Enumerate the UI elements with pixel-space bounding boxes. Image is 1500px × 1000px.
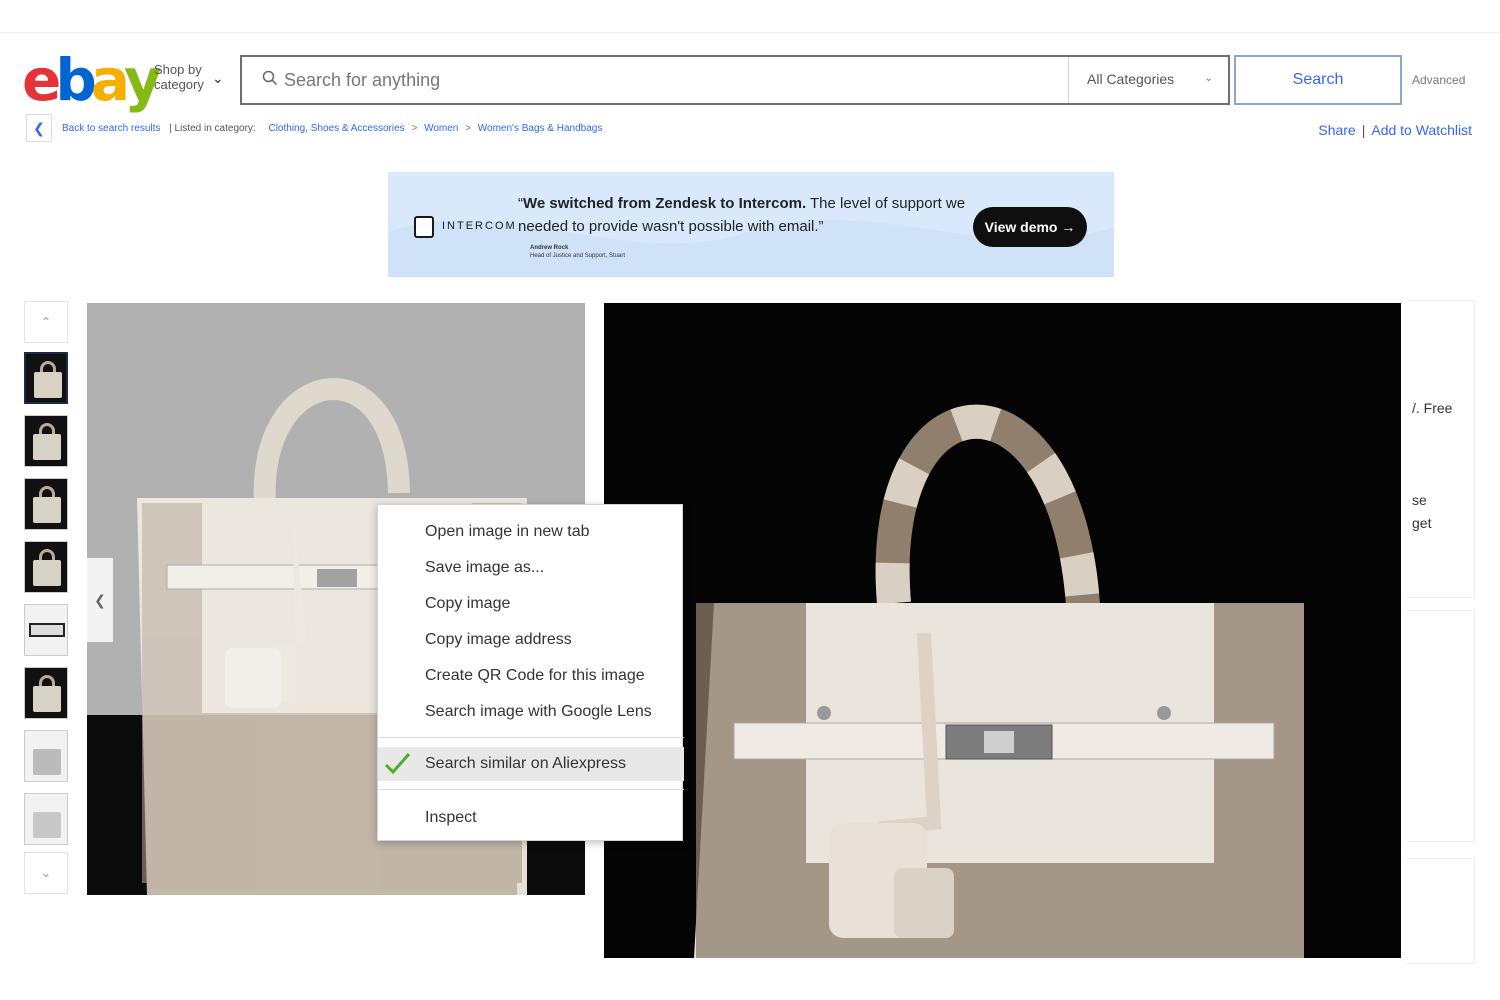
related-card (1407, 858, 1475, 964)
thumbnail[interactable] (24, 415, 68, 467)
advanced-search-link[interactable]: Advanced (1412, 73, 1465, 87)
category-divider (1068, 57, 1069, 103)
logo-letter-y: y (124, 46, 162, 114)
share-divider: | (1361, 122, 1366, 138)
menu-item-copy-image[interactable]: Copy image (378, 587, 684, 621)
shop-by-category-button[interactable]: Shop by category (154, 62, 214, 92)
menu-item-search-google-lens[interactable]: Search image with Google Lens (378, 695, 684, 729)
breadcrumb: Back to search results | Listed in categ… (62, 123, 602, 134)
checkmark-icon (384, 753, 411, 775)
seller-card (1407, 610, 1475, 842)
category-select[interactable]: All Categories (1087, 71, 1174, 87)
thumbnail[interactable] (24, 478, 68, 530)
share-link[interactable]: Share (1318, 122, 1355, 138)
menu-item-search-aliexpress[interactable]: Search similar on Aliexpress (378, 747, 684, 781)
ad-author: Andrew Rock Head of Justice and Support,… (530, 244, 625, 260)
search-input[interactable] (284, 57, 1064, 103)
ad-author-title: Head of Justice and Support, Stuart (530, 253, 626, 259)
card-text: se (1412, 492, 1427, 508)
menu-item-open-image-new-tab[interactable]: Open image in new tab (378, 515, 684, 549)
ad-quote-bold: We switched from Zendesk to Intercom. (523, 195, 807, 212)
menu-item-save-image-as[interactable]: Save image as... (378, 551, 684, 585)
search-button[interactable]: Search (1234, 55, 1402, 105)
listed-in-label: | Listed in category: (169, 123, 256, 134)
top-divider (0, 32, 1500, 33)
shipping-text: /. Free (1412, 400, 1453, 416)
logo-letter-a: a (90, 46, 130, 114)
ad-banner[interactable]: INTERCOM “We switched from Zendesk to In… (388, 172, 1114, 277)
add-to-watchlist-link[interactable]: Add to Watchlist (1371, 122, 1472, 138)
search-icon (262, 70, 278, 86)
chevron-up-icon[interactable]: ⌃ (24, 301, 68, 343)
breadcrumb-item[interactable]: Clothing, Shoes & Accessories (268, 123, 404, 134)
context-menu: Open image in new tab Save image as... C… (377, 504, 684, 841)
thumbnail[interactable] (24, 352, 68, 404)
breadcrumb-separator: > (465, 123, 471, 134)
product-main-image[interactable] (604, 303, 1401, 958)
chevron-down-icon[interactable]: ⌄ (1204, 71, 1213, 84)
ad-close-quote: ” (818, 218, 824, 235)
breadcrumb-item[interactable]: Women (424, 123, 458, 134)
logo-letter-e: e (22, 46, 61, 114)
ad-quote: “We switched from Zendesk to Intercom. T… (518, 192, 968, 238)
menu-item-create-qr-code[interactable]: Create QR Code for this image (378, 659, 684, 693)
search-bar: All Categories ⌄ (240, 55, 1230, 105)
breadcrumb-item[interactable]: Women's Bags & Handbags (478, 123, 603, 134)
intercom-logo-icon (414, 216, 434, 238)
price-card (1407, 300, 1475, 598)
menu-item-label: Search similar on Aliexpress (425, 755, 626, 772)
share-watchlist-row: Share | Add to Watchlist (1318, 122, 1472, 138)
ebay-logo[interactable]: ebay (22, 46, 162, 114)
thumbnail[interactable] (24, 730, 68, 782)
logo-letter-b: b (55, 46, 96, 114)
menu-separator (378, 789, 684, 790)
chevron-down-icon[interactable]: ⌄ (24, 852, 68, 894)
menu-item-copy-image-address[interactable]: Copy image address (378, 623, 684, 657)
thumbnail[interactable] (24, 604, 68, 656)
card-text: get (1412, 515, 1432, 531)
view-demo-button[interactable]: View demo → (973, 207, 1087, 247)
handbag-image (694, 404, 1304, 958)
menu-separator (378, 737, 684, 738)
thumbnail[interactable] (24, 541, 68, 593)
thumbnail[interactable] (24, 793, 68, 845)
breadcrumb-separator: > (411, 123, 418, 134)
ad-author-name: Andrew Rock (530, 245, 569, 251)
back-arrow-icon[interactable]: ❮ (26, 114, 52, 142)
thumbnail[interactable] (24, 667, 68, 719)
ad-brand: INTERCOM (442, 220, 517, 232)
menu-item-inspect[interactable]: Inspect (378, 801, 684, 835)
chevron-down-icon[interactable]: ⌄ (212, 70, 224, 87)
previous-image-button[interactable]: ❮ (87, 558, 113, 642)
back-to-results-link[interactable]: Back to search results (62, 123, 160, 134)
